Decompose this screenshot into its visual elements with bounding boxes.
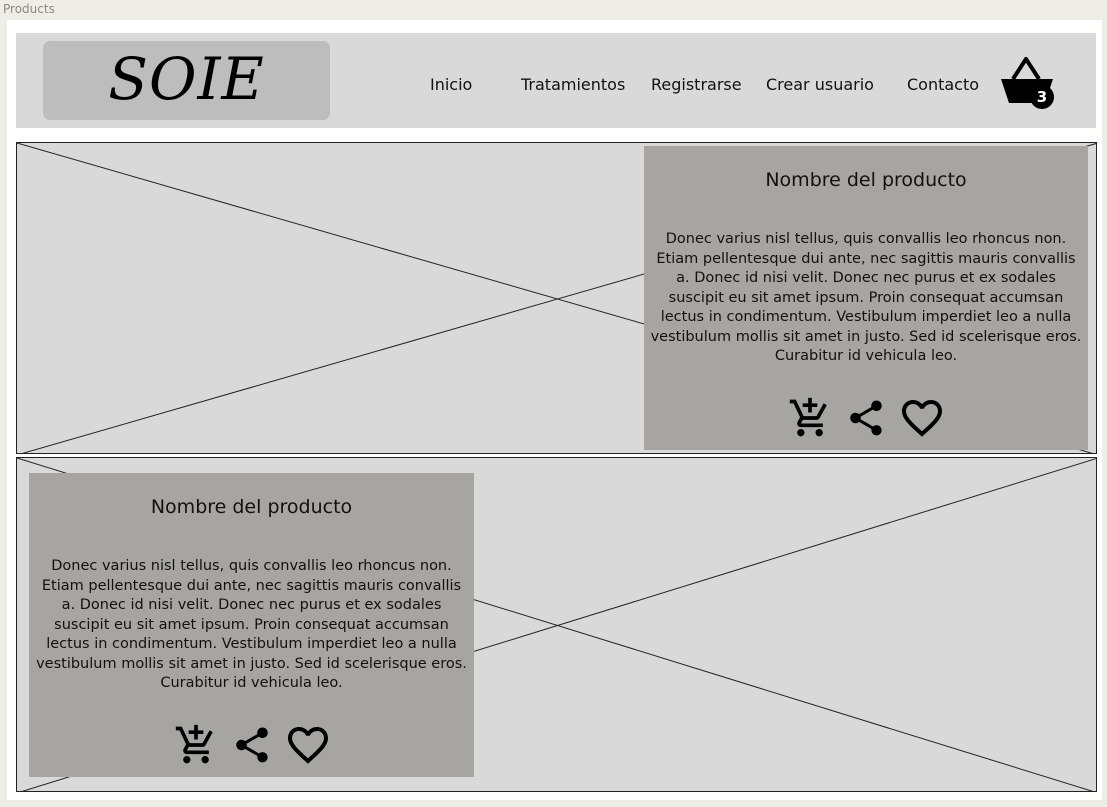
add-to-cart-icon	[175, 724, 213, 764]
product-card-2: Nombre del producto Donec varius nisl te…	[29, 473, 474, 777]
favorite-button[interactable]	[284, 721, 332, 769]
nav-item-registrarse[interactable]: Registrarse	[651, 75, 742, 94]
product-actions	[644, 394, 1088, 442]
product-actions	[29, 721, 474, 769]
cart-button[interactable]: 3	[999, 55, 1057, 111]
frame-label: Products	[3, 2, 55, 16]
share-button[interactable]	[228, 721, 276, 769]
nav-item-crear-usuario[interactable]: Crear usuario	[766, 75, 874, 94]
nav-item-contacto[interactable]: Contacto	[907, 75, 979, 94]
product-banner-1: Nombre del producto Donec varius nisl te…	[16, 142, 1097, 454]
add-to-cart-button[interactable]	[172, 721, 220, 769]
cart-count-badge: 3	[1030, 85, 1054, 109]
heart-icon	[902, 400, 942, 437]
product-description: Donec varius nisl tellus, quis convallis…	[36, 558, 467, 691]
product-description: Donec varius nisl tellus, quis convallis…	[650, 231, 1082, 364]
favorite-button[interactable]	[898, 394, 946, 442]
share-button[interactable]	[842, 394, 890, 442]
nav-item-tratamientos[interactable]: Tratamientos	[521, 75, 625, 94]
share-icon	[235, 727, 268, 763]
product-banner-2: Nombre del producto Donec varius nisl te…	[16, 457, 1097, 792]
product-name: Nombre del producto	[150, 496, 353, 518]
product-card-1: Nombre del producto Donec varius nisl te…	[644, 146, 1088, 450]
share-icon	[850, 400, 882, 436]
heart-icon	[287, 727, 328, 764]
logo-text: SOIE	[108, 44, 265, 113]
add-to-cart-button[interactable]	[786, 394, 834, 442]
nav-item-inicio[interactable]: Inicio	[430, 75, 472, 94]
product-name: Nombre del producto	[765, 169, 967, 191]
site-header: SOIE Inicio Tratamientos Registrarse Cre…	[16, 33, 1096, 128]
logo[interactable]: SOIE	[43, 41, 330, 120]
add-to-cart-icon	[789, 397, 827, 437]
